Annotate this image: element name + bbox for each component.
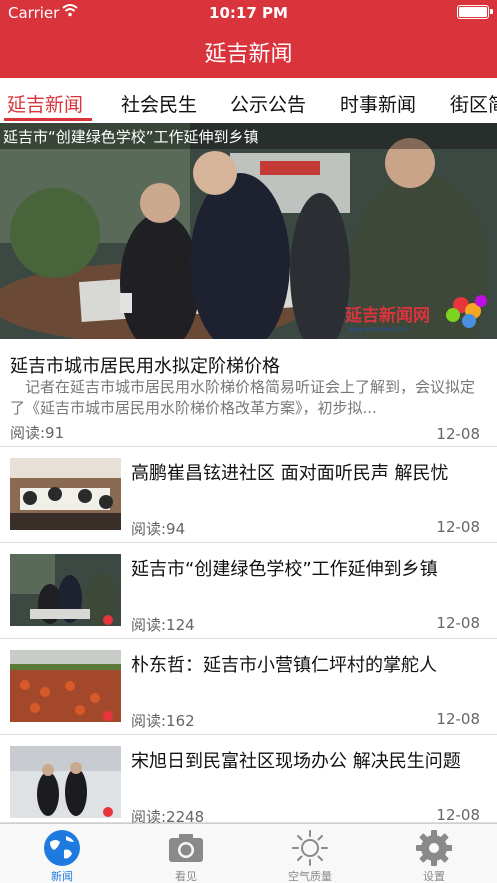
battery-icon: [457, 5, 493, 19]
news-date: 12-08: [436, 614, 480, 632]
news-item[interactable]: 朴东哲：延吉市小营镇仁坪村的掌舵人 阅读:162 12-08: [0, 639, 497, 735]
tab-current-news[interactable]: 时事新闻: [340, 90, 416, 117]
camera-icon: [169, 834, 203, 862]
yanji-news-logo: 延吉新闻网 www.yanjinews.com: [344, 295, 487, 333]
news-thumbnail: [10, 554, 121, 626]
tab-announcements[interactable]: 公示公告: [230, 90, 306, 117]
app-screen: Carrier 10:17 PM 延吉新闻 延吉新闻 社会民生 公示公告 时事新…: [0, 0, 497, 883]
news-thumbnail: [10, 650, 121, 722]
tabbar-label: 新闻: [51, 870, 73, 883]
news-read-count: 阅读:162: [131, 712, 195, 730]
hero-banner[interactable]: 延吉市“创建绿色学校”工作延伸到乡镇 延吉新闻网 www.yanjinews.c…: [0, 123, 497, 339]
active-tab-indicator: [4, 118, 92, 121]
tab-district[interactable]: 街区简: [450, 90, 497, 117]
header: Carrier 10:17 PM 延吉新闻: [0, 0, 497, 78]
featured-article[interactable]: 延吉市城市居民用水拟定阶梯价格 记者在延吉市城市居民用水阶梯价格简易听证会上了解…: [0, 339, 497, 447]
news-title: 朴东哲：延吉市小营镇仁坪村的掌舵人: [131, 655, 437, 676]
news-date: 12-08: [436, 518, 480, 536]
tabbar-air-quality[interactable]: 空气质量: [248, 824, 372, 883]
news-thumbnail: [10, 458, 121, 530]
news-date: 12-08: [436, 806, 480, 824]
news-title: 延吉市“创建绿色学校”工作延伸到乡镇: [131, 559, 438, 580]
page-title: 延吉新闻: [204, 42, 293, 67]
news-read-count: 阅读:94: [131, 520, 186, 538]
featured-date: 12-08: [436, 425, 480, 443]
featured-summary: 记者在延吉市城市居民用水阶梯价格简易听证会上了解到，会议拟定了《延吉市城市居民用…: [10, 378, 476, 417]
tabbar-settings[interactable]: 设置: [372, 824, 496, 883]
news-title: 宋旭日到民富社区现场办公 解决民生问题: [131, 751, 461, 772]
hero-caption: 延吉市“创建绿色学校”工作延伸到乡镇: [3, 128, 259, 146]
tab-society[interactable]: 社会民生: [121, 90, 197, 117]
news-item[interactable]: 宋旭日到民富社区现场办公 解决民生问题 阅读:2248 12-08: [0, 735, 497, 826]
sun-icon: [292, 830, 328, 866]
logo-text: 延吉新闻网: [344, 305, 430, 326]
tab-yanji-news[interactable]: 延吉新闻: [7, 90, 83, 117]
globe-icon: [44, 830, 80, 866]
tabbar-news[interactable]: 新闻: [0, 824, 124, 883]
tabbar-label: 看见: [175, 870, 197, 883]
status-time: 10:17 PM: [209, 4, 288, 22]
gear-icon: [416, 830, 452, 866]
tabbar-label: 空气质量: [288, 870, 332, 883]
news-item[interactable]: 延吉市“创建绿色学校”工作延伸到乡镇 阅读:124 12-08: [0, 543, 497, 639]
news-item[interactable]: 高鹏崔昌铉进社区 面对面听民声 解民忧 阅读:94 12-08: [0, 447, 497, 543]
tabbar-see[interactable]: 看见: [124, 824, 248, 883]
featured-read-count: 阅读:91: [10, 424, 65, 442]
news-date: 12-08: [436, 710, 480, 728]
category-tabs: 延吉新闻 社会民生 公示公告 时事新闻 街区简: [0, 78, 497, 123]
news-title: 高鹏崔昌铉进社区 面对面听民声 解民忧: [131, 463, 449, 484]
news-read-count: 阅读:124: [131, 616, 195, 634]
featured-title: 延吉市城市居民用水拟定阶梯价格: [10, 356, 280, 377]
logo-url-text: www.yanjinews.com: [349, 326, 410, 333]
news-thumbnail: [10, 746, 121, 818]
bottom-tab-bar: 新闻 看见 空气质量 设置: [0, 823, 497, 883]
tabbar-label: 设置: [423, 870, 445, 883]
status-bar: Carrier 10:17 PM: [0, 0, 497, 26]
